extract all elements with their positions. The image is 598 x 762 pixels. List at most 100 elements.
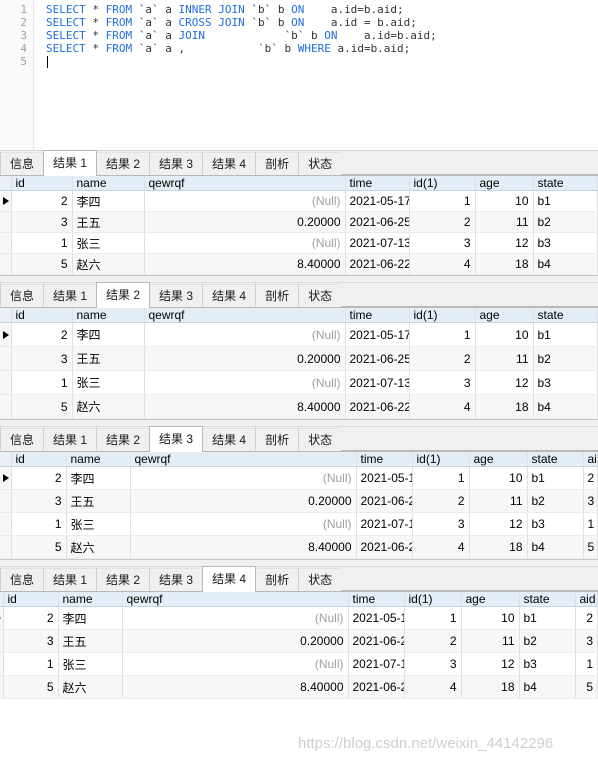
result-grid-2[interactable]: id name qewrqf time id(1) age state aid … — [0, 308, 598, 419]
cell-time[interactable]: 2021-05-17 11:09:08 — [356, 466, 413, 490]
cell-id[interactable]: 5 — [3, 675, 59, 699]
cell-name[interactable]: 张三 — [72, 232, 145, 254]
cell-name[interactable]: 王五 — [72, 346, 145, 371]
cell-aid[interactable]: 2 — [575, 606, 598, 630]
col-header-id1[interactable]: id(1) — [404, 592, 462, 607]
cell-state[interactable]: b1 — [533, 322, 598, 347]
cell-time[interactable]: 2021-06-25 13:25:22 — [356, 489, 413, 513]
cell-aid[interactable]: 2 — [583, 466, 598, 490]
col-header-age[interactable]: age — [475, 308, 534, 323]
row-selector-cell[interactable] — [0, 512, 12, 536]
cell-age[interactable]: 18 — [461, 675, 520, 699]
row-selector-cell[interactable] — [0, 629, 4, 653]
cell-age[interactable]: 11 — [475, 346, 534, 371]
cell-id1[interactable]: 3 — [409, 232, 476, 254]
tab-result-3[interactable]: 结果 3 — [149, 426, 204, 452]
cell-qewrqf[interactable]: 8.40000 — [144, 253, 346, 275]
cell-id[interactable]: 2 — [11, 322, 73, 347]
cell-aid[interactable]: 3 — [575, 629, 598, 653]
cell-aid[interactable]: 5 — [575, 675, 598, 699]
cell-name[interactable]: 李四 — [72, 190, 145, 212]
cell-qewrqf[interactable]: (Null) — [130, 512, 357, 536]
tab-info[interactable]: 信息 — [0, 428, 45, 451]
cell-age[interactable]: 12 — [475, 370, 534, 395]
cell-id1[interactable]: 2 — [409, 211, 476, 233]
col-header-id[interactable]: id — [11, 176, 73, 191]
result-grid-1[interactable]: id name qewrqf time id(1) age state aid … — [0, 176, 598, 275]
row-selector-cell[interactable] — [0, 232, 12, 254]
cell-age[interactable]: 18 — [475, 394, 534, 419]
cell-name[interactable]: 李四 — [72, 322, 145, 347]
cell-time[interactable]: 2021-06-22 15:34:27 — [356, 535, 413, 559]
cell-time[interactable]: 2021-05-17 11:09:08 — [348, 606, 405, 630]
cell-qewrqf[interactable]: (Null) — [144, 370, 346, 395]
sql-editor[interactable]: 1 2 3 4 5 SELECT * FROM `a` a INNER JOIN… — [0, 0, 598, 151]
row-selector-cell[interactable] — [0, 211, 12, 233]
cell-state[interactable]: b2 — [519, 629, 576, 653]
table-row[interactable]: 3王五0.200002021-06-25 13:25:22211b23 — [0, 346, 598, 371]
cell-id1[interactable]: 4 — [409, 253, 476, 275]
row-selector-cell[interactable] — [0, 675, 4, 699]
cell-id[interactable]: 3 — [11, 489, 67, 513]
col-header-aid[interactable]: aid — [597, 176, 598, 191]
tab-result-4[interactable]: 结果 4 — [202, 152, 257, 175]
result-tabbar-4[interactable]: 信息 结果 1 结果 2 结果 3 结果 4 剖析 状态 — [0, 566, 598, 592]
row-selector-cell[interactable] — [0, 466, 12, 490]
col-header-state[interactable]: state — [519, 592, 576, 607]
tab-status[interactable]: 状态 — [298, 284, 343, 307]
result-grid-wrap-2[interactable]: id name qewrqf time id(1) age state aid … — [0, 308, 598, 419]
cell-name[interactable]: 赵六 — [58, 675, 123, 699]
col-header-time[interactable]: time — [345, 308, 410, 323]
col-header-qewrqf[interactable]: qewrqf — [130, 452, 357, 467]
cell-qewrqf[interactable]: 0.20000 — [122, 629, 349, 653]
tab-status[interactable]: 状态 — [298, 152, 343, 175]
cell-aid[interactable]: 3 — [597, 346, 598, 371]
row-selector-cell[interactable] — [0, 190, 12, 212]
cell-id[interactable]: 1 — [3, 652, 59, 676]
col-header-name[interactable]: name — [66, 452, 131, 467]
table-row[interactable]: 2李四(Null)2021-05-17 11:09:08110b12 — [0, 190, 598, 212]
table-row[interactable]: 5赵六8.400002021-06-22 15:34:27418b45 — [0, 675, 598, 699]
tab-result-3[interactable]: 结果 3 — [149, 284, 204, 307]
cell-name[interactable]: 王五 — [66, 489, 131, 513]
tab-info[interactable]: 信息 — [0, 284, 45, 307]
result-grid-wrap-4[interactable]: id name qewrqf time id(1) age state aid … — [0, 592, 598, 699]
col-header-state[interactable]: state — [527, 452, 584, 467]
col-header-state[interactable]: state — [533, 308, 598, 323]
table-row[interactable]: 3王五0.200002021-06-25 13:25:22211b23 — [0, 211, 598, 233]
result-grid-wrap-1[interactable]: id name qewrqf time id(1) age state aid … — [0, 176, 598, 275]
cell-qewrqf[interactable]: 0.20000 — [130, 489, 357, 513]
cell-time[interactable]: 2021-06-22 15:34:27 — [348, 675, 405, 699]
row-selector-cell[interactable] — [0, 535, 12, 559]
col-header-aid[interactable]: aid — [597, 308, 598, 323]
cell-state[interactable]: b4 — [519, 675, 576, 699]
cell-id1[interactable]: 4 — [409, 394, 476, 419]
cell-qewrqf[interactable]: 0.20000 — [144, 346, 346, 371]
cell-age[interactable]: 18 — [475, 253, 534, 275]
table-row[interactable]: 3王五0.200002021-06-25 13:25:22211b23 — [0, 489, 598, 513]
cell-qewrqf[interactable]: 8.40000 — [144, 394, 346, 419]
result-tabbar-1[interactable]: 信息 结果 1 结果 2 结果 3 结果 4 剖析 状态 — [0, 150, 598, 176]
tab-result-2[interactable]: 结果 2 — [96, 152, 151, 175]
cell-age[interactable]: 11 — [475, 211, 534, 233]
col-header-id1[interactable]: id(1) — [409, 308, 476, 323]
cell-name[interactable]: 赵六 — [72, 253, 145, 275]
cell-name[interactable]: 赵六 — [66, 535, 131, 559]
cell-name[interactable]: 王五 — [72, 211, 145, 233]
cell-qewrqf[interactable]: (Null) — [122, 652, 349, 676]
cell-id1[interactable]: 3 — [404, 652, 462, 676]
cell-id[interactable]: 5 — [11, 535, 67, 559]
cell-id[interactable]: 3 — [3, 629, 59, 653]
tab-result-4[interactable]: 结果 4 — [202, 284, 257, 307]
cell-id1[interactable]: 2 — [412, 489, 470, 513]
cell-name[interactable]: 李四 — [66, 466, 131, 490]
row-selector-cell[interactable] — [0, 322, 12, 347]
result-tabbar-3[interactable]: 信息 结果 1 结果 2 结果 3 结果 4 剖析 状态 — [0, 426, 598, 452]
col-header-qewrqf[interactable]: qewrqf — [144, 176, 346, 191]
cell-id[interactable]: 1 — [11, 512, 67, 536]
cell-name[interactable]: 张三 — [58, 652, 123, 676]
cell-name[interactable]: 张三 — [66, 512, 131, 536]
cell-id1[interactable]: 1 — [409, 322, 476, 347]
col-header-name[interactable]: name — [58, 592, 123, 607]
cell-age[interactable]: 12 — [461, 652, 520, 676]
